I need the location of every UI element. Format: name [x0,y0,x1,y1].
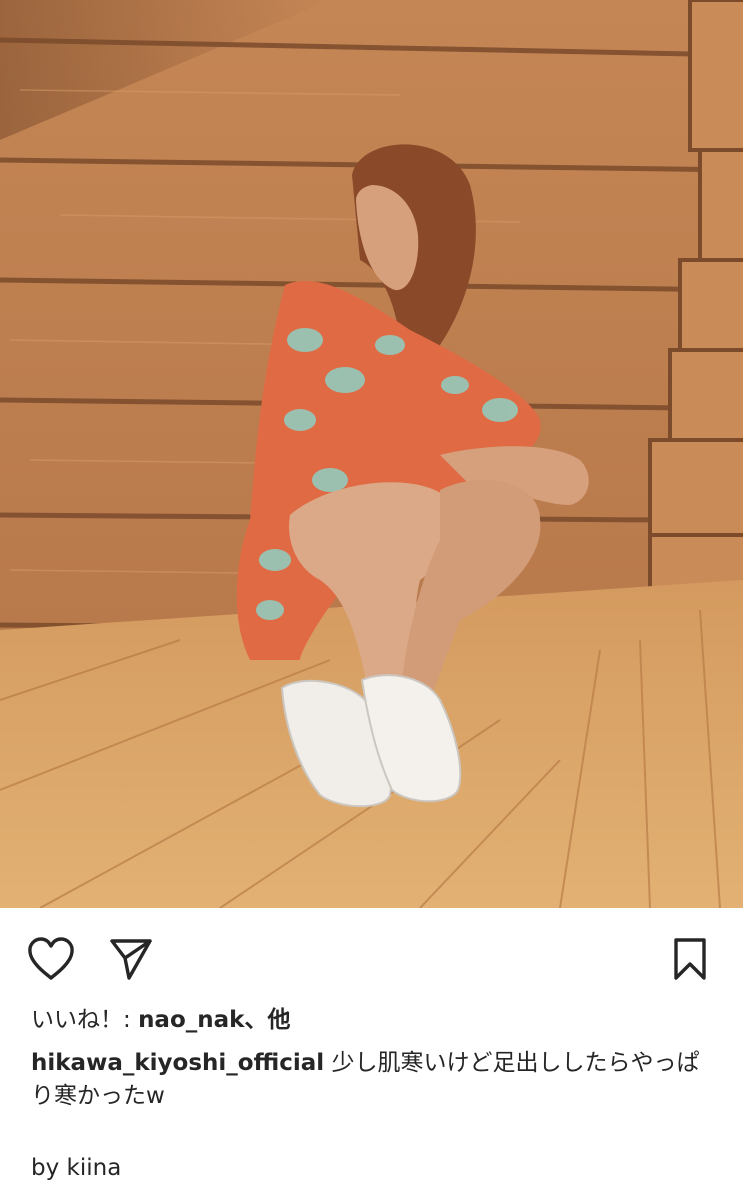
like-button[interactable] [26,934,76,984]
paper-plane-icon [110,939,152,980]
save-button[interactable] [665,934,715,984]
likes-suffix-link[interactable]: 、他 [244,1007,290,1033]
post-action-bar [0,908,743,1004]
caption-credit: by kiina [31,1155,122,1181]
share-button[interactable] [106,934,156,984]
bookmark-outline-icon [674,938,706,980]
heart-outline-icon [28,937,74,980]
likes-prefix: いいね！: [31,1007,139,1033]
post-photo[interactable] [0,0,743,908]
post-caption: hikawa_kiyoshi_official 少し肌寒いけど足出ししたらやっぱ… [31,1047,719,1113]
caption-username-link[interactable]: hikawa_kiyoshi_official [31,1050,324,1076]
liker-username-link[interactable]: nao_nak [138,1007,244,1033]
likes-summary: いいね！: nao_nak、他 [31,1004,721,1036]
instagram-post: いいね！: nao_nak、他 hikawa_kiyoshi_official … [0,0,743,1200]
